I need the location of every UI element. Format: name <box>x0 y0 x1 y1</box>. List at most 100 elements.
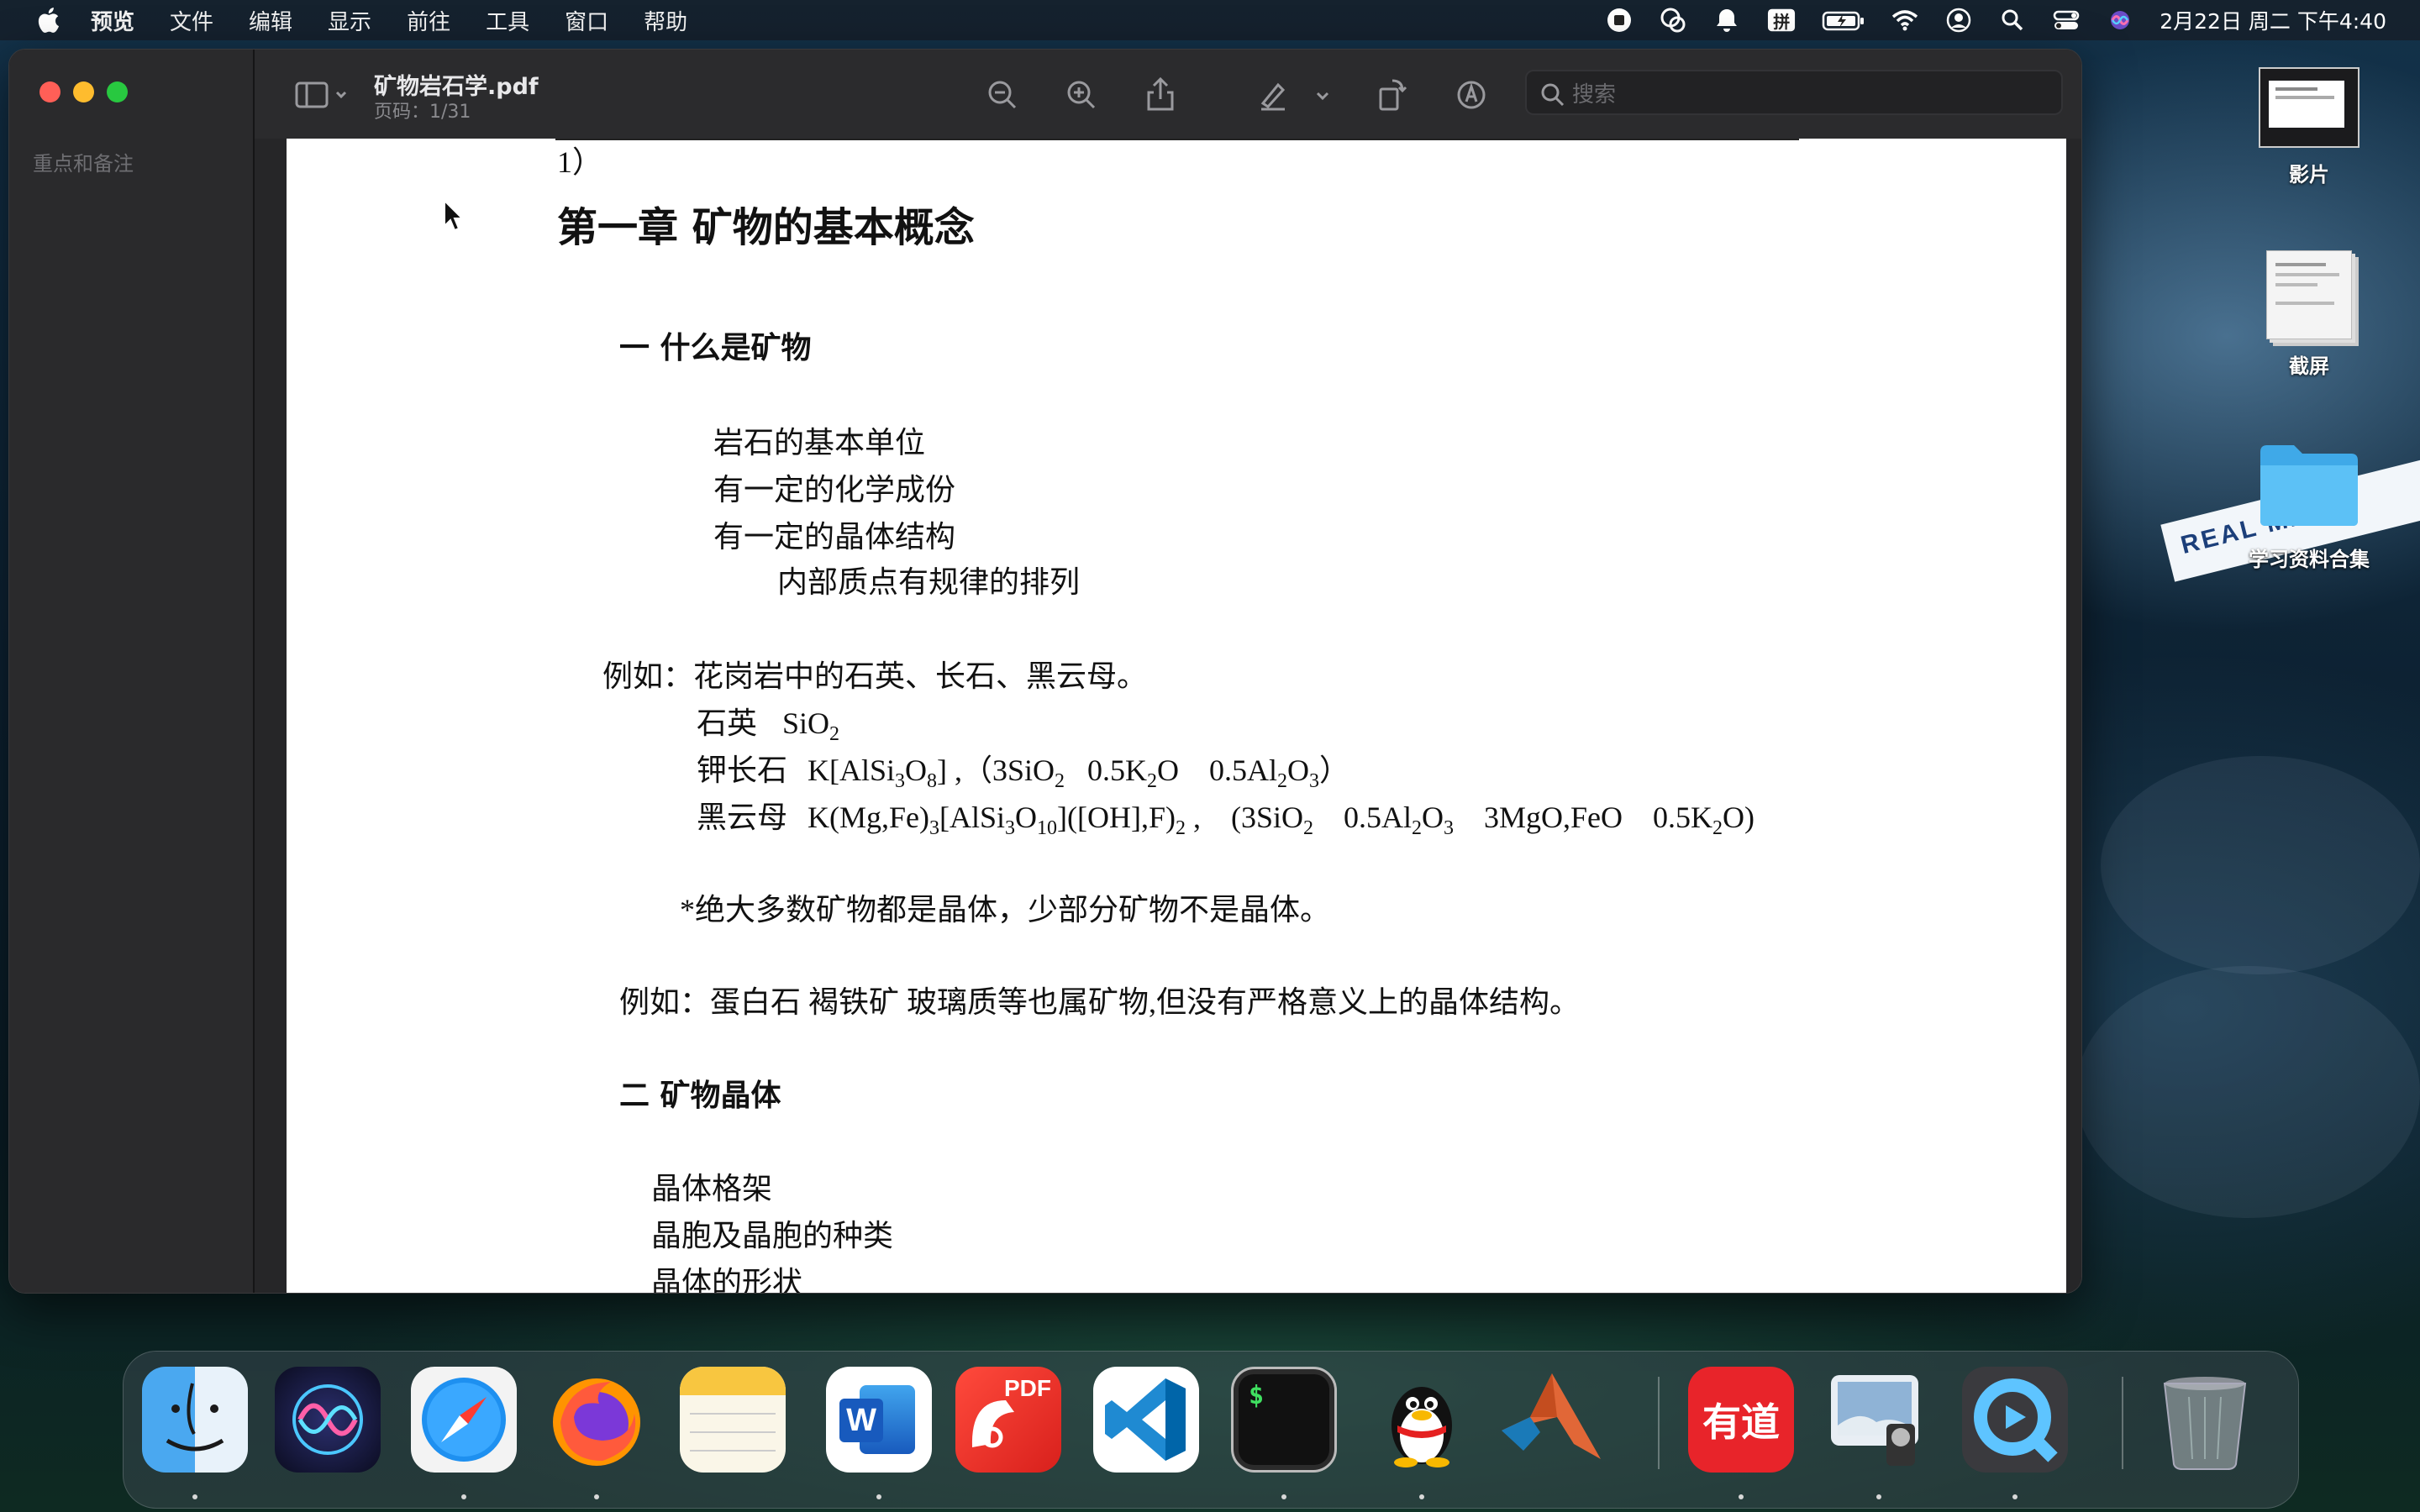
sidebar-highlights-notes[interactable]: 重点和备注 <box>33 147 134 176</box>
desktop-icon-screenshot[interactable]: 截屏 <box>2242 250 2376 379</box>
menubar-clock[interactable]: 2月22日 周二 下午4:40 <box>2160 5 2386 35</box>
menu-app-preview[interactable]: 预览 <box>91 5 134 36</box>
sidebar-toggle-button[interactable] <box>293 78 352 112</box>
mineral-label: 钾长石 <box>697 753 788 787</box>
window-close-button[interactable] <box>39 81 60 102</box>
running-indicator <box>1281 1494 1286 1499</box>
formula-subscript: 2 <box>829 723 840 746</box>
running-indicator <box>594 1494 599 1499</box>
quartz-line: 石英 SiO2 <box>697 706 839 751</box>
mineral-label: 石英 <box>697 706 758 740</box>
dock-quicktime[interactable] <box>1962 1367 2068 1473</box>
window-zoom-button[interactable] <box>107 81 128 102</box>
firefox-icon <box>553 1378 640 1466</box>
share-button[interactable] <box>1142 75 1179 113</box>
desktop-icon-movies[interactable]: 影片 <box>2242 67 2376 187</box>
input-method-icon[interactable]: 拼 <box>1766 6 1797 34</box>
search-placeholder: 搜索 <box>1572 81 1617 108</box>
word-logo: W <box>839 1399 883 1442</box>
battery-icon[interactable] <box>1822 6 1865 34</box>
document-viewer[interactable]: 1） 第一章 矿物的基本概念 一 什么是矿物 岩石的基本单位 有一定的化学成份 … <box>255 139 2081 1293</box>
desktop-icon-study-folder[interactable]: 学习资料合集 <box>2242 440 2376 572</box>
control-center-icon[interactable] <box>2052 6 2081 34</box>
dock-qq[interactable] <box>1369 1367 1475 1473</box>
note-text: *绝大多数矿物都是晶体，少部分矿物不是晶体。 <box>680 893 1331 927</box>
running-indicator <box>876 1494 881 1499</box>
siri-icon[interactable] <box>2106 6 2134 34</box>
dock-separator <box>2122 1377 2123 1469</box>
top-fragment-text: 1） <box>557 145 603 179</box>
menu-view[interactable]: 显示 <box>328 5 371 36</box>
user-account-icon[interactable] <box>1944 6 1973 34</box>
dock-matlab[interactable] <box>1498 1367 1604 1473</box>
window-minimize-button[interactable] <box>73 81 94 102</box>
mineral-label: 黑云母 <box>697 801 788 834</box>
highlight-dropdown-button[interactable] <box>1312 85 1334 107</box>
dock-safari[interactable] <box>411 1367 517 1473</box>
vscode-icon <box>1105 1378 1186 1461</box>
feldspar-line: 钾长石 K[AlSi3O8] ,（3SiO2 0.5K2O 0.5Al2O3） <box>697 753 1349 798</box>
page-header-rule <box>555 139 1799 140</box>
dock-pdf-expert[interactable]: PDF <box>955 1367 1061 1473</box>
finder-icon <box>166 1383 224 1452</box>
desktop-icon-label: 学习资料合集 <box>2249 548 2370 571</box>
trash-icon <box>2163 1377 2247 1470</box>
menu-edit[interactable]: 编辑 <box>249 5 292 36</box>
apple-icon[interactable] <box>35 6 60 34</box>
list-item: 晶体的形状 <box>651 1266 803 1294</box>
dock-preview[interactable] <box>1826 1367 1932 1473</box>
zoom-in-button[interactable] <box>1063 76 1100 113</box>
markup-pen-icon <box>1457 81 1486 109</box>
running-indicator <box>2012 1494 2018 1499</box>
dock-vscode[interactable] <box>1093 1367 1199 1473</box>
wallpaper-crowd <box>2101 756 2420 974</box>
dock-terminal[interactable]: $ <box>1231 1367 1337 1473</box>
dock-word[interactable]: W <box>826 1367 932 1473</box>
dock-notes[interactable] <box>680 1367 786 1473</box>
desktop-icon-label: 截屏 <box>2289 354 2329 378</box>
markup-highlight-button[interactable] <box>1255 76 1292 113</box>
dock-youdao[interactable]: 有道 <box>1688 1367 1794 1473</box>
search-field[interactable]: 搜索 <box>1525 70 2063 115</box>
search-icon <box>1541 83 1565 107</box>
menu-window[interactable]: 窗口 <box>565 5 608 36</box>
folder-icon <box>2260 445 2358 526</box>
siri-icon <box>292 1384 363 1455</box>
notification-bell-icon[interactable] <box>1712 6 1741 34</box>
formula-text: SiO <box>782 706 830 740</box>
dock-firefox[interactable] <box>544 1367 650 1473</box>
running-indicator <box>461 1494 466 1499</box>
biotite-formula: K(Mg,Fe)3[AlSi3O10]([OH],F)2 , (3SiO2 0.… <box>808 801 1755 840</box>
dock-siri[interactable] <box>275 1367 381 1473</box>
dock-finder[interactable] <box>142 1367 248 1473</box>
screen-share-icon[interactable] <box>1659 6 1687 34</box>
menu-tools[interactable]: 工具 <box>486 5 529 36</box>
rotate-button[interactable] <box>1374 75 1411 113</box>
wifi-icon[interactable] <box>1891 6 1919 34</box>
sidebar-toggle-icon <box>295 81 347 108</box>
mouse-pointer-icon <box>444 199 465 232</box>
terminal-prompt: $ <box>1249 1381 1265 1410</box>
markup-toolbar-button[interactable] <box>1453 76 1490 113</box>
feldspar-formula: K[AlSi3O8] ,（3SiO2 0.5K2O 0.5Al2O3） <box>808 753 1350 793</box>
menu-file[interactable]: 文件 <box>170 5 213 36</box>
dock-trash[interactable] <box>2152 1367 2258 1473</box>
bullet-text: 有一定的晶体结构 <box>713 520 956 554</box>
section-heading-2: 二 矿物晶体 <box>619 1079 781 1113</box>
toolbar: 矿物岩石学.pdf 页码：1/31 搜索 <box>255 50 2081 140</box>
bullet-text: 有一定的化学成份 <box>713 473 956 507</box>
quicktime-icon <box>1974 1378 2058 1462</box>
list-item: 晶体格架 <box>651 1172 773 1205</box>
example-intro-text: 例如：花岗岩中的石英、长石、黑云母。 <box>602 659 1148 693</box>
rotate-icon <box>1379 79 1407 111</box>
running-indicator <box>1419 1494 1424 1499</box>
spotlight-search-icon[interactable] <box>1998 6 2027 34</box>
menu-help[interactable]: 帮助 <box>644 5 687 36</box>
running-indicator <box>1876 1494 1881 1499</box>
section-heading-1: 一 什么是矿物 <box>619 331 812 365</box>
stop-recording-icon[interactable] <box>1605 6 1634 34</box>
zoom-out-button[interactable] <box>984 76 1021 113</box>
menu-go[interactable]: 前往 <box>407 5 450 36</box>
biotite-line: 黑云母 K(Mg,Fe)3[AlSi3O10]([OH],F)2 , (3SiO2… <box>697 801 1754 845</box>
pdf-page[interactable]: 1） 第一章 矿物的基本概念 一 什么是矿物 岩石的基本单位 有一定的化学成份 … <box>287 139 2066 1294</box>
